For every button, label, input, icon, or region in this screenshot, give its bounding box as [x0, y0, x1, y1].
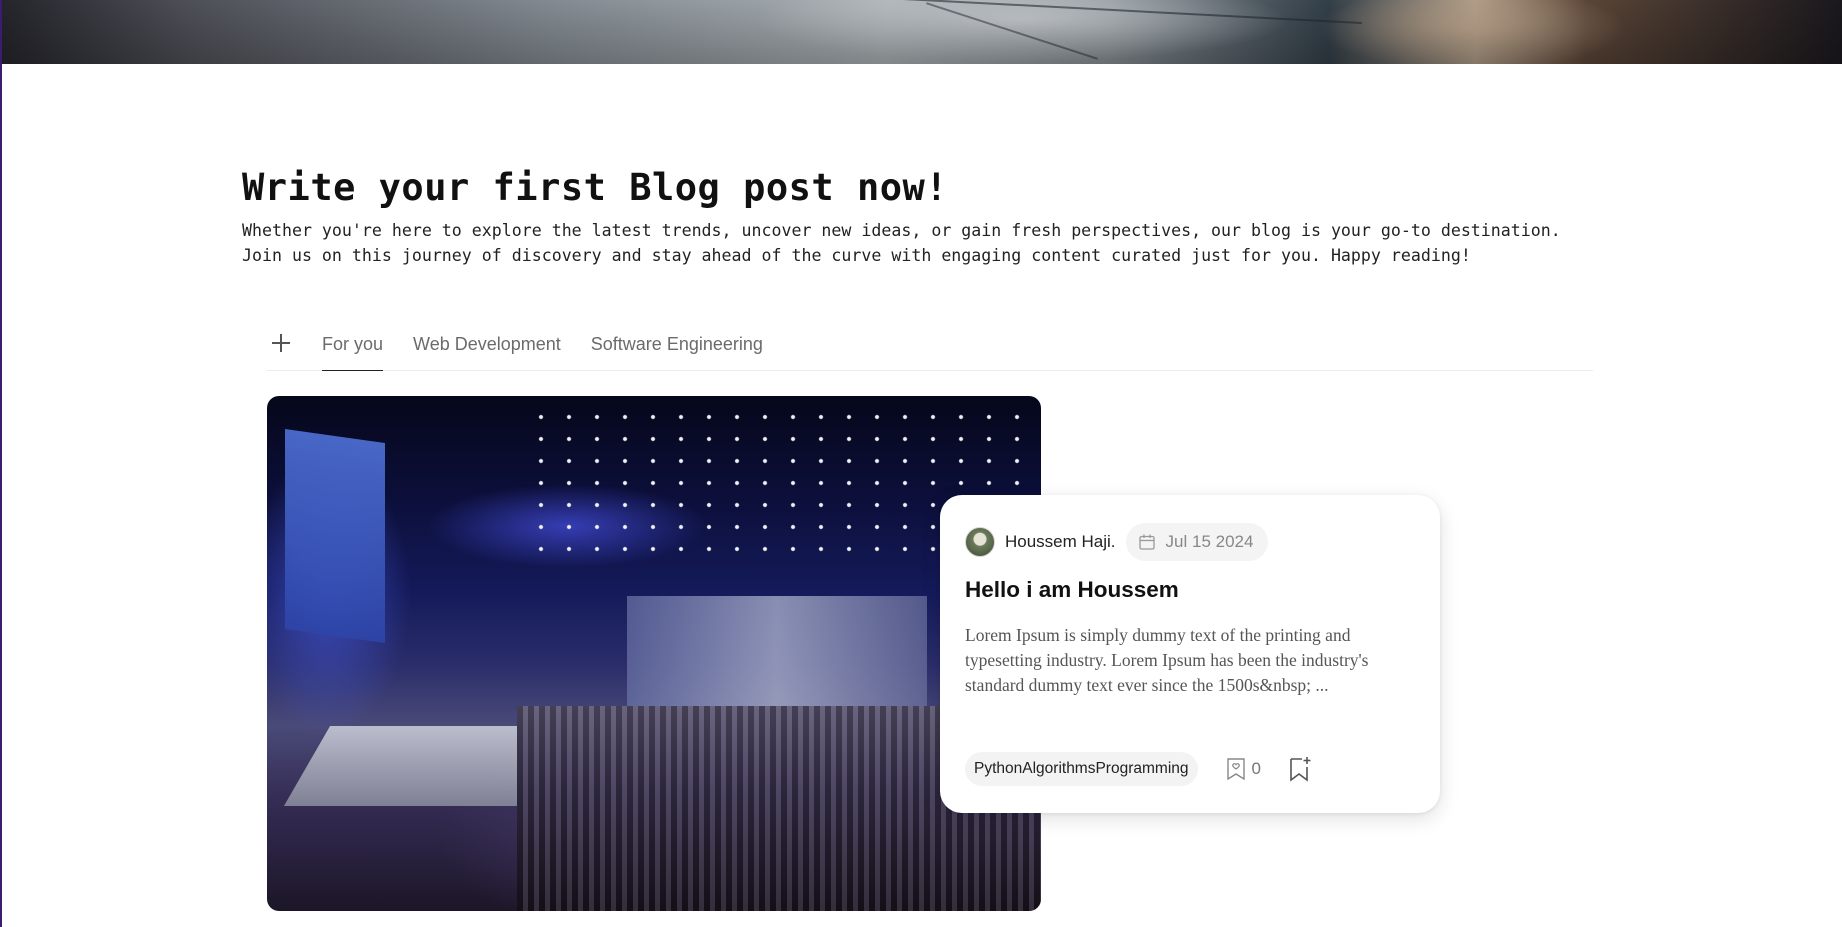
post-cover-image[interactable]	[267, 396, 1041, 911]
post-tag[interactable]: PythonAlgorithmsProgramming	[965, 752, 1198, 786]
post-title[interactable]: Hello i am Houssem	[965, 577, 1179, 603]
author-avatar[interactable]	[965, 527, 995, 557]
page-title: Write your first Blog post now!	[242, 166, 949, 209]
post-card[interactable]: Houssem Haji. Jul 15 2024 Hello i am Hou…	[940, 495, 1440, 813]
post-meta: Houssem Haji. Jul 15 2024	[965, 523, 1269, 561]
post-footer: PythonAlgorithmsProgramming 0	[965, 752, 1311, 786]
tab-for-you[interactable]: For you	[322, 322, 384, 371]
category-tabs: For you Web Development Software Enginee…	[267, 322, 1593, 371]
bookmark-add-icon[interactable]	[1289, 756, 1311, 782]
intro-section: Write your first Blog post now! Whether …	[242, 166, 1592, 268]
comments-button[interactable]: 0	[1226, 757, 1261, 781]
page-description: Whether you're here to explore the lates…	[242, 221, 1561, 265]
tab-web-development[interactable]: Web Development	[413, 322, 561, 371]
comment-icon	[1226, 758, 1245, 781]
tab-software-engineering[interactable]: Software Engineering	[591, 322, 763, 371]
post-excerpt: Lorem Ipsum is simply dummy text of the …	[965, 625, 1369, 695]
hero-banner-image	[2, 0, 1842, 64]
author-name[interactable]: Houssem Haji.	[1005, 532, 1116, 552]
plus-icon[interactable]	[269, 331, 293, 355]
date-badge: Jul 15 2024	[1125, 523, 1269, 561]
comment-count: 0	[1251, 759, 1261, 778]
post-date: Jul 15 2024	[1165, 532, 1254, 551]
calendar-icon	[1138, 534, 1155, 550]
